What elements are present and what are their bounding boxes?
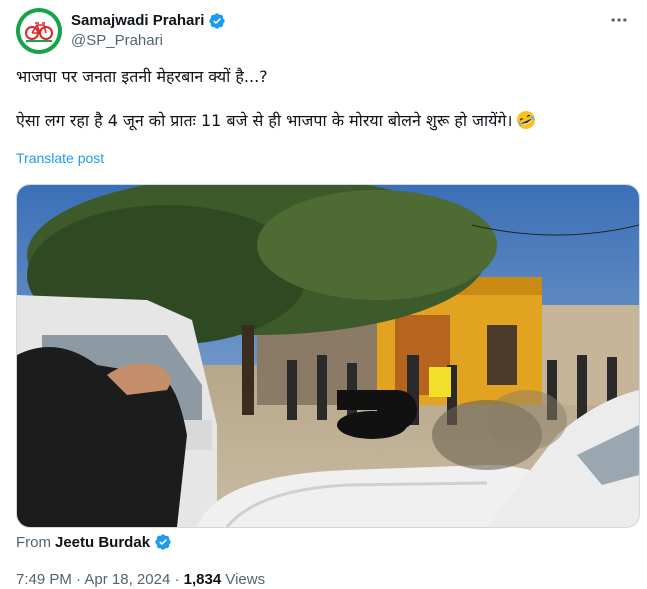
translate-post-link[interactable]: Translate post (16, 150, 104, 166)
views-label: Views (221, 571, 266, 588)
tweet-time[interactable]: 7:49 PM (16, 571, 72, 588)
tweet-line-2: ऐसा लग रहा है 4 जून को प्रातः 11 बजे से … (16, 111, 513, 130)
video-source: From Jeetu Burdak (16, 533, 172, 551)
video-media[interactable] (16, 184, 640, 528)
verified-badge-icon (155, 534, 171, 550)
author-block: Samajwadi Prahari @SP_Prahari (71, 11, 226, 51)
tweet-text: भाजपा पर जनता इतनी मेहरबान क्यों है...? … (16, 66, 636, 132)
tweet-meta: 7:49 PM · Apr 18, 2024 · 1,834 Views (16, 571, 265, 588)
from-author-name[interactable]: Jeetu Burdak (55, 534, 150, 551)
from-label: From (16, 533, 51, 551)
cycle-logo-icon (20, 12, 58, 50)
tweet-line-1: भाजपा पर जनता इतनी मेहरबान क्यों है...? (16, 67, 268, 86)
more-icon[interactable] (607, 8, 631, 32)
rolling-laughing-emoji-icon (517, 111, 536, 129)
meta-separator: · (71, 571, 85, 588)
views-count: 1,834 (183, 571, 222, 588)
tweet-card: Samajwadi Prahari @SP_Prahari भाजपा पर ज… (0, 0, 647, 589)
tweet-header: Samajwadi Prahari @SP_Prahari (16, 8, 633, 58)
avatar[interactable] (16, 8, 62, 54)
author-handle[interactable]: @SP_Prahari (71, 31, 226, 51)
tweet-date[interactable]: Apr 18, 2024 (84, 571, 170, 588)
video-frame (17, 185, 639, 527)
meta-separator-2: · (170, 571, 184, 588)
author-display-name[interactable]: Samajwadi Prahari (71, 11, 204, 31)
verified-badge-icon (209, 13, 226, 29)
